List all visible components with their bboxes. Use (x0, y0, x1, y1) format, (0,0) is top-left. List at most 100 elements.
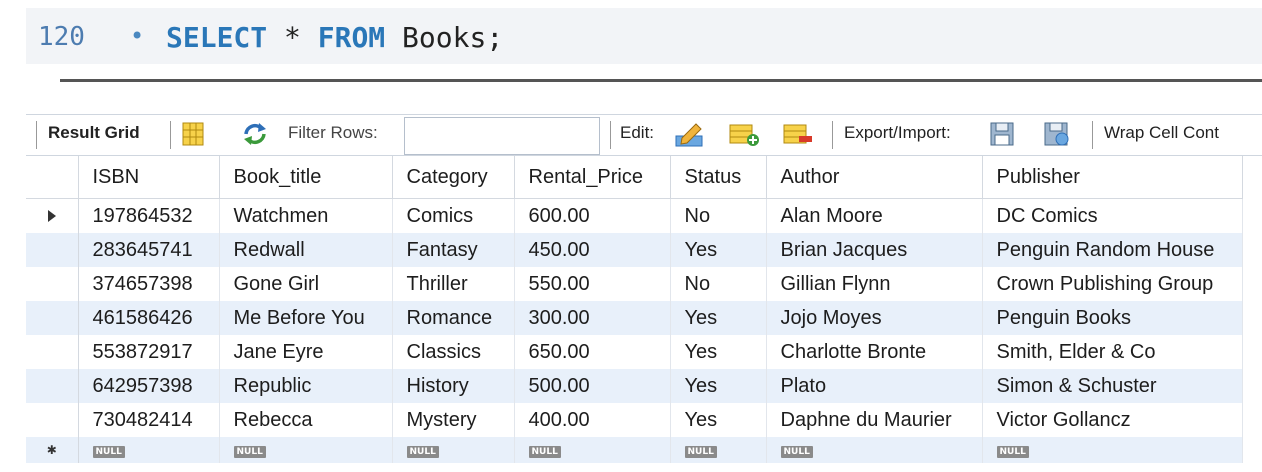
cell-author[interactable]: Brian Jacques (766, 233, 983, 267)
cell-status[interactable]: Yes (670, 403, 767, 437)
cell-rental-price[interactable]: 600.00 (514, 198, 671, 233)
edit-pencil-icon[interactable] (674, 120, 706, 153)
cell-publisher[interactable]: Smith, Elder & Co (982, 335, 1243, 369)
null-cell[interactable]: NULL (219, 437, 393, 463)
row-marker-header (26, 156, 79, 199)
table-row[interactable]: 197864532 Watchmen Comics 600.00 No Alan… (26, 198, 1243, 233)
cell-isbn[interactable]: 197864532 (78, 198, 220, 233)
column-header-isbn[interactable]: ISBN (78, 156, 220, 199)
column-header-publisher[interactable]: Publisher (982, 156, 1243, 199)
cell-status[interactable]: Yes (670, 369, 767, 403)
cell-category[interactable]: Romance (392, 301, 515, 335)
add-row-icon[interactable] (728, 120, 760, 153)
cell-isbn[interactable]: 374657398 (78, 267, 220, 301)
cell-isbn[interactable]: 553872917 (78, 335, 220, 369)
cell-author[interactable]: Plato (766, 369, 983, 403)
cell-isbn[interactable]: 461586426 (78, 301, 220, 335)
sql-table-name: Books; (385, 21, 504, 54)
row-marker (26, 369, 79, 403)
sql-star: * (267, 21, 318, 54)
cell-rental-price[interactable]: 450.00 (514, 233, 671, 267)
cell-book-title[interactable]: Watchmen (219, 198, 393, 233)
cell-category[interactable]: Classics (392, 335, 515, 369)
cell-rental-price[interactable]: 650.00 (514, 335, 671, 369)
result-grid-tab[interactable]: Result Grid (48, 123, 140, 143)
cell-book-title[interactable]: Me Before You (219, 301, 393, 335)
new-row[interactable]: ✱ NULL NULL NULL NULL NULL NULL NULL (26, 437, 1243, 463)
new-row-star-icon: ✱ (26, 437, 79, 463)
cell-rental-price[interactable]: 300.00 (514, 301, 671, 335)
cell-publisher[interactable]: DC Comics (982, 198, 1243, 233)
row-marker (26, 233, 79, 267)
delete-row-icon[interactable] (782, 120, 814, 153)
result-grid: ISBN Book_title Category Rental_Price St… (26, 156, 1243, 463)
cell-status[interactable]: Yes (670, 233, 767, 267)
column-header-book-title[interactable]: Book_title (219, 156, 393, 199)
table-row[interactable]: 374657398 Gone Girl Thriller 550.00 No G… (26, 267, 1243, 301)
cell-author[interactable]: Daphne du Maurier (766, 403, 983, 437)
cell-rental-price[interactable]: 500.00 (514, 369, 671, 403)
cell-book-title[interactable]: Gone Girl (219, 267, 393, 301)
sql-query[interactable]: SELECT * FROM Books; (166, 21, 503, 54)
column-header-author[interactable]: Author (766, 156, 983, 199)
cell-category[interactable]: Thriller (392, 267, 515, 301)
export-icon[interactable] (988, 120, 1020, 153)
cell-publisher[interactable]: Penguin Books (982, 301, 1243, 335)
row-marker (26, 267, 79, 301)
cell-author[interactable]: Alan Moore (766, 198, 983, 233)
cell-book-title[interactable]: Republic (219, 369, 393, 403)
cell-isbn[interactable]: 730482414 (78, 403, 220, 437)
cell-publisher[interactable]: Penguin Random House (982, 233, 1243, 267)
line-number: 120 (38, 22, 85, 52)
cell-book-title[interactable]: Redwall (219, 233, 393, 267)
sql-editor-line[interactable]: 120 • SELECT * FROM Books; (26, 8, 1262, 64)
cell-book-title[interactable]: Jane Eyre (219, 335, 393, 369)
null-cell[interactable]: NULL (766, 437, 983, 463)
cell-category[interactable]: Mystery (392, 403, 515, 437)
cell-category[interactable]: History (392, 369, 515, 403)
column-header-rental-price[interactable]: Rental_Price (514, 156, 671, 199)
toolbar-divider (36, 121, 37, 149)
cell-rental-price[interactable]: 400.00 (514, 403, 671, 437)
table-row[interactable]: 553872917 Jane Eyre Classics 650.00 Yes … (26, 335, 1243, 369)
table-row[interactable]: 642957398 Republic History 500.00 Yes Pl… (26, 369, 1243, 403)
cell-publisher[interactable]: Simon & Schuster (982, 369, 1243, 403)
import-icon[interactable] (1042, 120, 1074, 153)
cell-book-title[interactable]: Rebecca (219, 403, 393, 437)
filter-rows-input[interactable] (404, 117, 600, 155)
null-cell[interactable]: NULL (514, 437, 671, 463)
grid-layout-icon[interactable] (180, 120, 208, 153)
toolbar-divider (610, 121, 611, 149)
cell-category[interactable]: Comics (392, 198, 515, 233)
table-row[interactable]: 283645741 Redwall Fantasy 450.00 Yes Bri… (26, 233, 1243, 267)
cell-author[interactable]: Jojo Moyes (766, 301, 983, 335)
edit-label: Edit: (620, 123, 655, 142)
null-cell[interactable]: NULL (78, 437, 220, 463)
table-row[interactable]: 461586426 Me Before You Romance 300.00 Y… (26, 301, 1243, 335)
cell-status[interactable]: No (670, 267, 767, 301)
cell-rental-price[interactable]: 550.00 (514, 267, 671, 301)
null-cell[interactable]: NULL (982, 437, 1243, 463)
null-cell[interactable]: NULL (392, 437, 515, 463)
row-marker (26, 335, 79, 369)
column-header-category[interactable]: Category (392, 156, 515, 199)
cell-isbn[interactable]: 283645741 (78, 233, 220, 267)
cell-status[interactable]: Yes (670, 301, 767, 335)
wrap-cell-content-label[interactable]: Wrap Cell Cont (1104, 123, 1219, 143)
cell-status[interactable]: Yes (670, 335, 767, 369)
cell-isbn[interactable]: 642957398 (78, 369, 220, 403)
cell-author[interactable]: Gillian Flynn (766, 267, 983, 301)
null-cell[interactable]: NULL (670, 437, 767, 463)
null-badge: NULL (996, 446, 1029, 458)
cell-publisher[interactable]: Victor Gollancz (982, 403, 1243, 437)
null-badge: NULL (528, 446, 561, 458)
refresh-icon[interactable] (240, 120, 270, 153)
table-row[interactable]: 730482414 Rebecca Mystery 400.00 Yes Dap… (26, 403, 1243, 437)
header-row: ISBN Book_title Category Rental_Price St… (26, 156, 1243, 199)
cell-category[interactable]: Fantasy (392, 233, 515, 267)
cell-publisher[interactable]: Crown Publishing Group (982, 267, 1243, 301)
column-header-status[interactable]: Status (670, 156, 767, 199)
cell-author[interactable]: Charlotte Bronte (766, 335, 983, 369)
cell-status[interactable]: No (670, 198, 767, 233)
null-badge: NULL (780, 446, 813, 458)
